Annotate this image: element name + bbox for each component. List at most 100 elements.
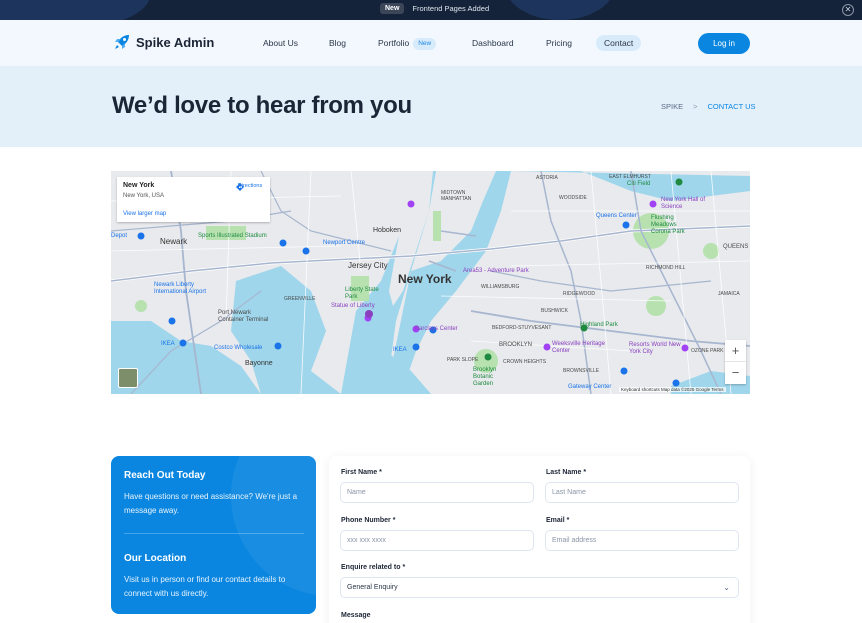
map-label-greenville: GREENVILLE: [284, 296, 316, 302]
nav-pricing[interactable]: Pricing: [546, 35, 572, 51]
map-label-williamsburg: WILLIAMSBURG: [481, 284, 520, 290]
phone-field[interactable]: xxx xxx xxxx: [340, 530, 534, 551]
map-label-astoria: ASTORIA: [536, 175, 558, 181]
enquire-select[interactable]: General Enquiry ⌄: [340, 577, 739, 598]
map-layer-toggle[interactable]: [118, 368, 138, 388]
map-label-statue: Statue of Liberty: [331, 303, 375, 309]
message-label: Message: [341, 612, 371, 619]
embedded-map[interactable]: New York Newark Jersey City Hoboken BROO…: [111, 171, 750, 394]
phone-label: Phone Number *: [341, 517, 396, 524]
map-label-liberty-park: Liberty State Park: [345, 287, 379, 300]
map-label-ikea-brooklyn: IKEA: [393, 347, 407, 353]
logo[interactable]: Spike Admin: [113, 33, 214, 51]
map-label-east-elmhurst: EAST ELMHURST: [609, 174, 651, 180]
nav-portfolio[interactable]: Portfolio New: [378, 35, 437, 51]
first-name-field[interactable]: Name: [340, 482, 534, 503]
map-label-newport: Newport Centre: [323, 240, 366, 246]
reach-out-title: Reach Out Today: [124, 470, 206, 481]
map-label-jamaica: JAMAICA: [718, 291, 740, 297]
map-label-sports: Sports Illustrated Stadium: [198, 233, 267, 239]
first-name-label: First Name *: [341, 469, 382, 476]
map-label-crown-heights: CROWN HEIGHTS: [503, 359, 547, 365]
nav-blog[interactable]: Blog: [329, 35, 346, 51]
map-label-jersey-city: Jersey City: [348, 261, 388, 270]
login-button[interactable]: Log in: [698, 33, 750, 54]
breadcrumb-separator: >: [693, 102, 698, 111]
map-label-ridgewood: RIDGEWOOD: [563, 291, 595, 297]
our-location-text: Visit us in person or find our contact d…: [124, 575, 286, 598]
map-attribution[interactable]: Keyboard shortcuts Map data ©2025 Google…: [619, 387, 726, 392]
contact-form: First Name * Name Last Name * Last Name …: [329, 456, 750, 623]
last-name-label: Last Name *: [546, 469, 587, 476]
map-label-ny-hall: New York Hall of Science: [661, 197, 706, 210]
site-header: Spike Admin About Us Blog Portfolio New D…: [0, 20, 862, 66]
map-label-newark: Newark: [160, 237, 188, 246]
map-info-card: New York New York, USA View larger map D…: [117, 177, 270, 222]
map-label-barclays: Barclays Center: [415, 326, 458, 332]
announcement-glow: [0, 0, 150, 20]
directions-icon: [236, 183, 244, 191]
map-label-brownsville: BROWNSVILLE: [563, 368, 600, 374]
breadcrumb-home[interactable]: SPIKE: [661, 102, 683, 111]
logo-text: Spike Admin: [136, 34, 215, 50]
enquire-value: General Enquiry: [347, 584, 398, 591]
nav-about-us[interactable]: About Us: [263, 35, 298, 51]
map-label-flushing: Flushing Meadows Corona Park: [651, 215, 685, 235]
nav-portfolio-label: Portfolio: [378, 38, 410, 48]
reach-out-card: Reach Out Today Have questions or need a…: [111, 456, 316, 614]
map-label-costco: Costco Wholesale: [214, 345, 263, 351]
email-label: Email *: [546, 517, 570, 524]
nav-dashboard[interactable]: Dashboard: [472, 35, 514, 51]
map-label-citi-field: Citi Field: [627, 181, 651, 187]
map-label-bayonne: Bayonne: [245, 360, 273, 367]
reach-out-text: Have questions or need assistance? We're…: [124, 492, 298, 515]
announcement-content: New Frontend Pages Added: [380, 3, 489, 14]
breadcrumb: SPIKE > CONTACT US: [661, 102, 756, 111]
announcement-badge: New: [380, 3, 405, 14]
announcement-text[interactable]: Frontend Pages Added: [412, 4, 489, 13]
directions-button[interactable]: Directions: [235, 182, 265, 191]
map-label-queens: QUEENS: [723, 244, 749, 250]
enquire-label: Enquire related to *: [341, 564, 406, 571]
map-place-title: New York: [123, 182, 155, 189]
map-label-port-newark: Port Newark Container Terminal: [218, 310, 269, 323]
zoom-out-button[interactable]: −: [725, 362, 746, 384]
our-location-title: Our Location: [124, 553, 187, 564]
nav-contact[interactable]: Contact: [596, 35, 642, 51]
map-label-ozone-park: OZONE PARK: [691, 348, 724, 354]
map-label-depot: Depot: [111, 233, 128, 239]
main-nav: About Us Blog Portfolio New Dashboard Pri…: [250, 35, 660, 53]
nav-portfolio-badge: New: [413, 37, 437, 50]
map-label-brooklyn: BROOKLYN: [499, 342, 532, 348]
card-divider: [124, 533, 304, 534]
map-label-park-slope: PARK SLOPE: [447, 357, 479, 363]
map-zoom-controls: + −: [725, 340, 746, 384]
map-label-bushwick: BUSHWICK: [541, 308, 568, 314]
breadcrumb-current: CONTACT US: [707, 102, 756, 111]
map-label-hoboken: Hoboken: [373, 227, 402, 234]
close-icon[interactable]: ✕: [842, 4, 854, 16]
map-label-new-york: New York: [398, 272, 452, 286]
last-name-field[interactable]: Last Name: [545, 482, 739, 503]
map-label-newark-airport: Newark Liberty International Airport: [154, 282, 207, 295]
view-larger-map-link[interactable]: View larger map: [123, 211, 166, 217]
rocket-icon: [115, 35, 129, 49]
map-label-resorts: Resorts World New York City: [629, 342, 681, 355]
page-hero: We’d love to hear from you SPIKE > CONTA…: [0, 66, 862, 147]
map-label-area53: Area53 - Adventure Park: [463, 268, 529, 274]
map-label-gateway: Gateway Center: [568, 384, 612, 390]
announcement-bar: New Frontend Pages Added ✕: [0, 0, 862, 20]
zoom-in-button[interactable]: +: [725, 340, 746, 362]
map-label-midtown: MIDTOWN MANHATTAN: [441, 190, 472, 202]
map-place-subtitle: New York, USA: [123, 193, 165, 199]
map-label-woodside: WOODSIDE: [559, 195, 587, 201]
map-label-highland: Highland Park: [580, 322, 618, 328]
chevron-down-icon: ⌄: [723, 583, 730, 592]
map-label-richmond-hill: RICHMOND HILL: [646, 265, 686, 271]
map-label-queens-center: Queens Center: [596, 213, 637, 219]
map-label-bed-stuy: BEDFORD-STUYVESANT: [492, 325, 552, 331]
announcement-glow: [505, 0, 615, 20]
map-label-weeksville: Weeksville Heritage Center: [552, 341, 605, 354]
page-title: We’d love to hear from you: [112, 92, 412, 119]
email-field[interactable]: Email address: [545, 530, 739, 551]
